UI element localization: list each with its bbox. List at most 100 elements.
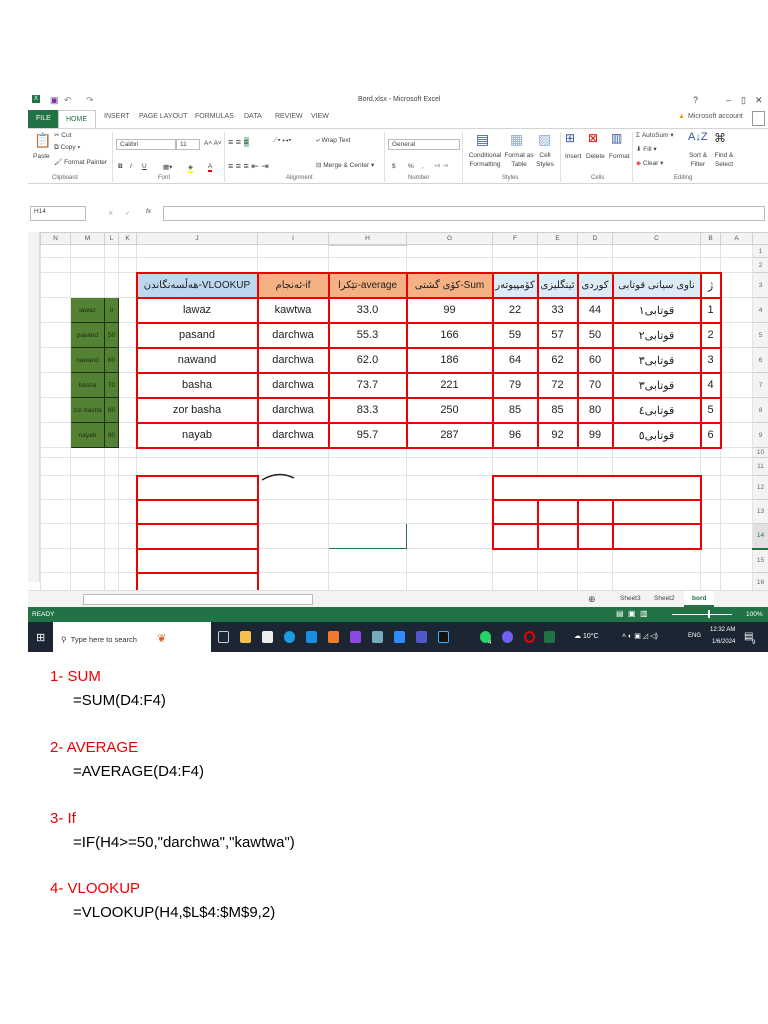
cell-D9[interactable]: 99 — [576, 421, 614, 449]
cell-J8[interactable]: zor basha — [135, 396, 259, 424]
insert-function-button[interactable]: fx — [146, 208, 151, 215]
cell-H3[interactable]: تێکرا-average — [327, 271, 408, 299]
cell-N13[interactable] — [40, 499, 71, 524]
cell-H14[interactable] — [328, 523, 407, 549]
cell-H10[interactable] — [328, 447, 407, 458]
cell-M16[interactable] — [70, 572, 105, 592]
cell-G3[interactable]: کۆی گشتی-Sum — [405, 271, 494, 299]
paste-button[interactable]: Paste — [33, 153, 50, 160]
align-left-icon[interactable]: ≡ ≡ ≡ ⇤ ⇥ — [228, 161, 269, 172]
cell-M11[interactable] — [70, 457, 105, 476]
cell-K13[interactable] — [118, 499, 137, 524]
column-header-J[interactable]: J — [136, 232, 258, 245]
minimize-button[interactable]: – — [726, 95, 731, 105]
cell-D11[interactable] — [577, 457, 613, 476]
cell-K9[interactable] — [118, 422, 137, 448]
cell-M6[interactable]: nawand — [70, 347, 105, 373]
cell-N9[interactable] — [40, 422, 71, 448]
cell-C10[interactable] — [612, 447, 701, 458]
cell-C8[interactable]: قوتابی٤ — [611, 396, 702, 424]
cell-A15[interactable] — [720, 548, 753, 573]
cell-E10[interactable] — [537, 447, 578, 458]
cell-N4[interactable] — [40, 297, 71, 323]
cell-J11[interactable] — [136, 457, 258, 476]
bold-button[interactable]: B — [118, 163, 123, 170]
cell-H8[interactable]: 83.3 — [327, 396, 408, 424]
format-painter-button[interactable]: 🖌 Format Painter — [54, 158, 107, 166]
cell-L12[interactable] — [104, 475, 119, 500]
row-header-7[interactable]: 7 — [752, 372, 768, 398]
tab-review[interactable]: REVIEW — [275, 113, 303, 120]
cell-A12[interactable] — [720, 475, 753, 500]
cell-E6[interactable]: 62 — [536, 346, 579, 374]
tab-data[interactable]: DATA — [244, 113, 262, 120]
orientation-icon[interactable]: ⟋▾ ▸◂▾ — [273, 137, 292, 145]
column-header-M[interactable]: M — [70, 232, 105, 245]
cell-E16[interactable] — [537, 572, 578, 592]
cell-F13[interactable] — [491, 498, 539, 525]
file-explorer-icon[interactable] — [240, 631, 251, 643]
cell-D3[interactable]: کوردی — [576, 271, 614, 299]
font-name-select[interactable]: Calibri — [116, 139, 176, 150]
cell-B14[interactable] — [700, 523, 721, 549]
borders-icon[interactable]: ▦▾ — [163, 163, 172, 171]
column-header-B[interactable]: B — [700, 232, 721, 245]
restore-button[interactable]: ▯ — [741, 95, 746, 106]
new-sheet-button[interactable]: ⊕ — [588, 594, 596, 605]
cell-B6[interactable]: 3 — [699, 346, 722, 374]
cell-G13[interactable] — [406, 499, 493, 524]
cell-F14[interactable] — [491, 522, 539, 550]
cell-C13[interactable] — [611, 498, 702, 525]
cell-styles-button[interactable]: Cell Styles — [534, 151, 556, 169]
cell-F2[interactable] — [492, 257, 538, 273]
currency-button[interactable]: $ — [392, 163, 396, 170]
formula-input[interactable] — [163, 206, 765, 221]
cell-B16[interactable] — [700, 572, 721, 592]
store-icon[interactable] — [262, 631, 273, 643]
delete-button[interactable]: Delete — [586, 153, 605, 160]
cell-B8[interactable]: 5 — [699, 396, 722, 424]
cell-A7[interactable] — [720, 372, 753, 398]
tab-home[interactable]: HOME — [58, 110, 96, 128]
cell-K8[interactable] — [118, 397, 137, 423]
cell-J1[interactable] — [136, 244, 258, 258]
account-button[interactable]: Microsoft account — [688, 113, 743, 120]
cell-C11[interactable] — [612, 457, 701, 476]
cell-A14[interactable] — [720, 523, 753, 549]
cell-K3[interactable] — [118, 272, 137, 298]
cell-B2[interactable] — [700, 257, 721, 273]
cell-M15[interactable] — [70, 548, 105, 573]
cell-N15[interactable] — [40, 548, 71, 573]
cell-H5[interactable]: 55.3 — [327, 321, 408, 349]
cell-I9[interactable]: darchwa — [256, 421, 330, 449]
format-as-table-button[interactable]: Format as Table — [504, 151, 534, 169]
save-icon[interactable]: ▣ — [50, 95, 59, 106]
cell-G11[interactable] — [406, 457, 493, 476]
cell-B5[interactable]: 2 — [699, 321, 722, 349]
cell-H13[interactable] — [328, 499, 407, 524]
cell-F11[interactable] — [492, 457, 538, 476]
cell-M14[interactable] — [70, 523, 105, 549]
cell-C7[interactable]: قوتابی٣ — [611, 371, 702, 399]
cell-L14[interactable] — [104, 523, 119, 549]
enter-icon[interactable]: ✓ — [125, 209, 130, 217]
tray-icons[interactable]: ˄ ◐ ▣ ◿ ◁) — [622, 632, 658, 640]
visual-studio-icon[interactable] — [350, 631, 361, 643]
cell-H12[interactable] — [328, 475, 407, 500]
app-icon[interactable] — [328, 631, 339, 643]
percent-button[interactable]: % — [408, 163, 414, 170]
cell-D1[interactable] — [577, 244, 613, 258]
cut-button[interactable]: ✂ Cut — [54, 131, 71, 139]
sheet-tab-sheet2[interactable]: Sheet2 — [654, 595, 675, 602]
cell-J10[interactable] — [136, 447, 258, 458]
horizontal-scrollbar[interactable] — [83, 594, 313, 605]
column-header-L[interactable]: L — [104, 232, 119, 245]
cell-C6[interactable]: قوتابی٣ — [611, 346, 702, 374]
cell-D5[interactable]: 50 — [576, 321, 614, 349]
underline-button[interactable]: U — [142, 163, 147, 170]
cell-I2[interactable] — [257, 257, 329, 273]
format-button[interactable]: Format — [609, 153, 630, 160]
cell-G16[interactable] — [406, 572, 493, 592]
cell-L3[interactable] — [104, 272, 119, 298]
cell-I8[interactable]: darchwa — [256, 396, 330, 424]
